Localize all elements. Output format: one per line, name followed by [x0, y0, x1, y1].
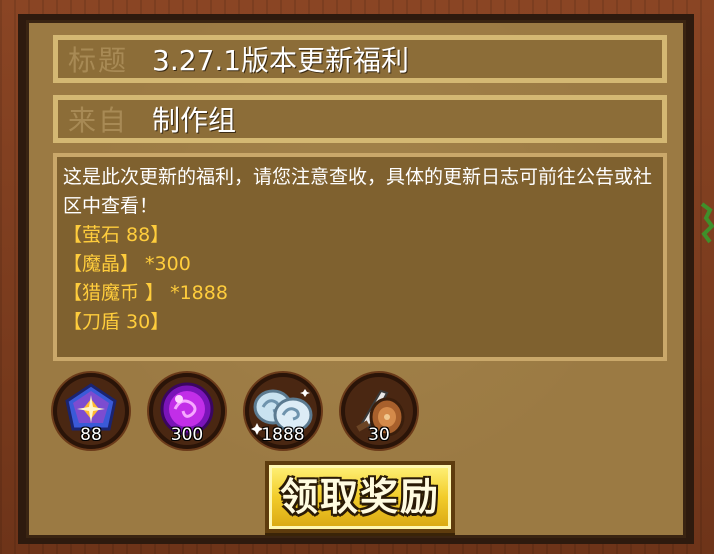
- title-field: 标题 3.27.1版本更新福利: [53, 35, 667, 83]
- reward-item-fluorite[interactable]: 88: [53, 373, 129, 449]
- reward-line: 【萤石 88】: [63, 224, 170, 246]
- sender-name: 制作组: [152, 104, 237, 137]
- title-label: 标题: [68, 44, 129, 77]
- item-count: 1888: [261, 425, 305, 445]
- sender-label: 来自: [68, 104, 129, 137]
- sender-field: 来自 制作组: [53, 95, 667, 143]
- item-count: 300: [170, 425, 204, 445]
- reward-line: 【刀盾 30】: [63, 311, 170, 333]
- reward-item-hunter-coin[interactable]: 1888: [245, 373, 321, 449]
- mail-panel: 标题 3.27.1版本更新福利 来自 制作组 这是此次更新的福利，请您注意查收，…: [26, 20, 686, 538]
- message-body[interactable]: 这是此次更新的福利，请您注意查收，具体的更新日志可前往公告或社区中查看！ 【萤石…: [53, 153, 667, 361]
- mail-title: 3.27.1版本更新福利: [152, 44, 410, 77]
- reward-line: 【魔晶】 *300: [63, 253, 191, 275]
- item-count: 88: [80, 425, 102, 445]
- reward-items: 88 300 1888 30: [53, 373, 453, 453]
- reward-item-magic-crystal[interactable]: 300: [149, 373, 225, 449]
- reward-line: 【猎魔币 】 *1888: [63, 282, 228, 304]
- wooden-frame: 标题 3.27.1版本更新福利 来自 制作组 这是此次更新的福利，请您注意查收，…: [0, 0, 714, 554]
- claim-reward-button[interactable]: 领取奖励: [265, 461, 455, 533]
- vine-leaf-icon: [700, 202, 714, 244]
- reward-item-blade-shield[interactable]: 30: [341, 373, 417, 449]
- claim-reward-label: 领取奖励: [279, 475, 440, 519]
- item-count: 30: [368, 425, 390, 445]
- message-text: 这是此次更新的福利，请您注意查收，具体的更新日志可前往公告或社区中查看！: [63, 166, 653, 217]
